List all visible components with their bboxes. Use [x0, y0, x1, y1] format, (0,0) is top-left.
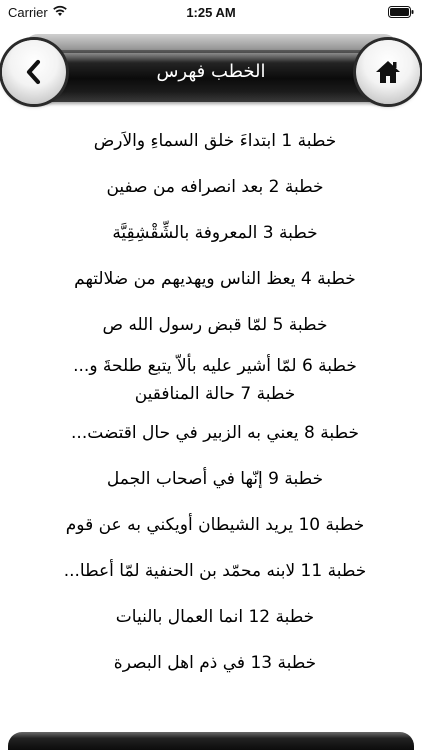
list-item-sermon-3[interactable]: خطبة 3 المعروفة بالشِّقْشِقِيَّة — [0, 210, 422, 256]
sermon-list: خطبة 1 ابتداءَ خلق السماءِ والاَرض خطبة … — [0, 118, 422, 686]
status-bar: Carrier 1:25 AM — [0, 0, 422, 24]
list-item-sermon-8[interactable]: خطبة 8 يعني به الزبير في حال اقتضت... — [0, 410, 422, 456]
list-item-sermon-5[interactable]: خطبة 5 لمّا قبض رسول الله ص — [0, 302, 422, 348]
list-item-sermon-9[interactable]: خطبة 9 إنّها في أصحاب الجمل — [0, 456, 422, 502]
list-item-sermon-11[interactable]: خطبة 11 لابنه محمّد بن الحنفية لمّا أعطا… — [0, 548, 422, 594]
list-item-sermon-6[interactable]: خطبة 6 لمّا أشير عليه بألاّ يتبع طلحةَ و… — [0, 348, 422, 410]
page-title: الخطب فهرس — [156, 61, 266, 82]
list-item-sermon-1[interactable]: خطبة 1 ابتداءَ خلق السماءِ والاَرض — [0, 118, 422, 164]
list-item-sermon-12[interactable]: خطبة 12 انما العمال بالنيات — [0, 594, 422, 640]
list-item-sermon-10[interactable]: خطبة 10 يريد الشيطان أويكني به عن قوم — [0, 502, 422, 548]
chevron-left-icon — [26, 59, 41, 85]
nav-header: الخطب فهرس — [0, 24, 422, 132]
list-item-sermon-4[interactable]: خطبة 4 يعظ الناس ويهديهم من ضلالتهم — [0, 256, 422, 302]
footer-bar — [8, 732, 414, 750]
sermon-6-subtitle: خطبة 7 حالة المنافقين — [134, 384, 296, 404]
home-icon — [376, 61, 400, 83]
list-item-sermon-2[interactable]: خطبة 2 بعد انصرافه من صفين — [0, 164, 422, 210]
sermon-6-title: خطبة 6 لمّا أشير عليه بألاّ يتبع طلحةَ و… — [73, 356, 357, 376]
back-button[interactable] — [2, 40, 66, 104]
battery-icon — [388, 6, 414, 18]
list-fade-overlay — [0, 706, 422, 732]
home-button[interactable] — [356, 40, 420, 104]
status-time: 1:25 AM — [186, 5, 236, 20]
list-item-sermon-13[interactable]: خطبة 13 في ذم اهل البصرة — [0, 640, 422, 686]
